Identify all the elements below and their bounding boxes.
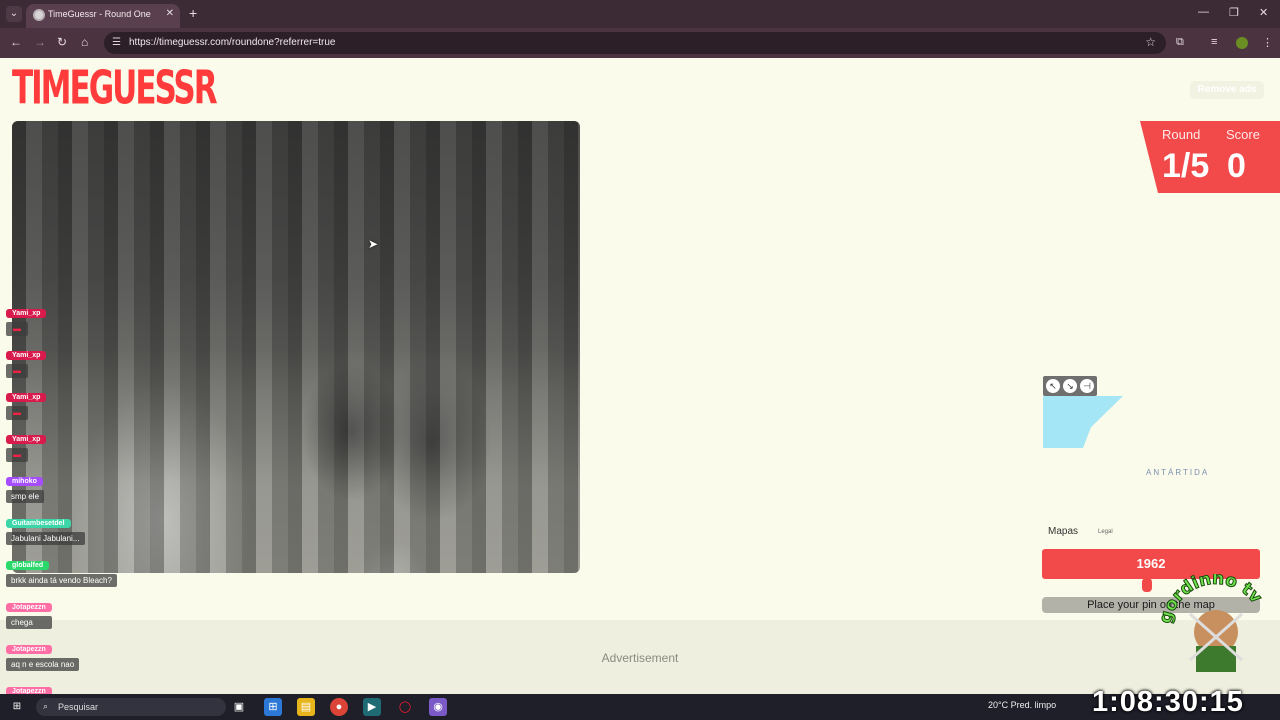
pin-map-icon[interactable]: ⊣ [1080, 379, 1094, 393]
chat-message: Jotapezzn aq n e escola nao [6, 638, 80, 671]
chat-message: Jotapezzn chega [6, 596, 52, 629]
emote-icon: ▬ [6, 406, 28, 420]
close-window-icon[interactable]: ✕ [1259, 6, 1268, 19]
map-water-region [1043, 396, 1123, 448]
taskbar-search[interactable]: ⌕ Pesquisar [36, 698, 226, 716]
chat-text: aq n e escola nao [6, 658, 80, 671]
chat-username: Yami_xp [6, 351, 47, 360]
site-info-icon[interactable]: ☰ [112, 37, 121, 48]
new-tab-icon[interactable]: + [189, 5, 197, 21]
chat-message: Yami_xp ▬ [6, 386, 47, 420]
streamer-logo: gordinho tv [1160, 574, 1266, 672]
tab-title: TimeGuessr - Round One [48, 9, 151, 19]
taskbar-search-text[interactable]: Pesquisar [58, 702, 98, 712]
search-icon: ⌕ [43, 701, 49, 711]
minimize-icon[interactable]: — [1198, 6, 1209, 18]
chat-username: Yami_xp [6, 393, 47, 402]
site-favicon-icon [33, 9, 45, 21]
forward-icon[interactable]: → [34, 35, 46, 49]
chat-message: mihoko smp ele [6, 470, 45, 503]
tab-search-icon[interactable]: ⌄ [6, 6, 22, 22]
home-icon[interactable]: ⌂ [81, 35, 88, 49]
round-value: 1/5 [1162, 147, 1210, 185]
weather-widget[interactable]: 20°C Pred. limpo [988, 700, 1056, 710]
chat-message: globalfed brkk ainda tá vendo Bleach? [6, 554, 117, 587]
store-icon[interactable]: ⊞ [264, 698, 282, 716]
chat-username: Jotapezzn [6, 645, 52, 654]
map-legal-link[interactable]: Legal [1098, 529, 1113, 535]
score-label: Score [1226, 127, 1260, 142]
task-view-icon[interactable]: ▣ [230, 698, 248, 716]
windows-taskbar: ⊞ ⌕ Pesquisar ▣ ⊞ ▤ ● ▶ ◯ ◉ 20°C Pred. l… [0, 694, 1280, 720]
chat-message: Guitambesetdel Jabulani Jabulani... [6, 512, 85, 545]
mouse-cursor-icon: ➤ [368, 237, 379, 251]
restore-icon[interactable]: ❐ [1229, 6, 1239, 19]
browser-tab[interactable]: TimeGuessr - Round One ✕ [26, 4, 180, 28]
chat-text: brkk ainda tá vendo Bleach? [6, 574, 117, 587]
browser-tab-bar: ⌄ TimeGuessr - Round One ✕ + — ❐ ✕ [0, 0, 1280, 28]
emote-icon: ▬ [6, 364, 28, 378]
chrome-icon[interactable]: ● [330, 698, 348, 716]
emote-icon: ▬ [6, 322, 28, 336]
expand-map-icon[interactable]: ↖ [1046, 379, 1060, 393]
chat-username: mihoko [6, 477, 43, 486]
windows-start-icon[interactable]: ⊞ [8, 698, 26, 716]
profile-avatar[interactable] [1236, 37, 1248, 49]
stream-timer: 1:08:30:15 [1092, 686, 1244, 718]
app-icon[interactable]: ▶ [363, 698, 381, 716]
shrink-map-icon[interactable]: ↘ [1063, 379, 1077, 393]
round-score-panel: Round Score 1/5 0 [1140, 121, 1280, 193]
emote-icon: ▬ [6, 448, 28, 462]
opera-icon[interactable]: ◯ [396, 698, 414, 716]
browser-toolbar: ← → ↻ ⌂ ☰ https://timeguessr.com/roundon… [0, 28, 1280, 58]
round-label: Round [1162, 127, 1201, 142]
reload-icon[interactable]: ↻ [57, 35, 67, 49]
chat-username: Yami_xp [6, 435, 47, 444]
extensions-icon[interactable]: ⧉ [1176, 36, 1184, 49]
map-attribution: Mapas [1048, 526, 1078, 537]
chat-username: Guitambesetdel [6, 519, 71, 528]
chat-text: Jabulani Jabulani... [6, 532, 85, 545]
chat-message: Yami_xp ▬ [6, 344, 47, 378]
map-region-label: ANTÁRTIDA [1146, 468, 1210, 477]
chat-username: Jotapezzn [6, 603, 52, 612]
address-bar[interactable]: ☰ https://timeguessr.com/roundone?referr… [104, 32, 1166, 54]
map-controls: ↖ ↘ ⊣ [1043, 376, 1097, 396]
menu-dots-icon[interactable]: ⋮ [1262, 36, 1273, 49]
media-icon[interactable]: ≡ [1211, 36, 1217, 48]
crowd-photo-image [12, 121, 580, 573]
url-text[interactable]: https://timeguessr.com/roundone?referrer… [129, 37, 336, 48]
chat-username: globalfed [6, 561, 50, 570]
remove-ads-button[interactable]: Remove ads [1190, 81, 1264, 99]
round-photo[interactable] [12, 121, 580, 573]
file-explorer-icon[interactable]: ▤ [297, 698, 315, 716]
guess-map[interactable]: ↖ ↘ ⊣ ANTÁRTIDA Mapas Legal [1042, 376, 1258, 540]
back-icon[interactable]: ← [10, 35, 22, 49]
chat-text: smp ele [6, 490, 45, 503]
advertisement-band: Advertisement [0, 620, 1280, 694]
chat-text: chega [6, 616, 52, 629]
bookmark-star-icon[interactable]: ☆ [1145, 35, 1156, 49]
score-value: 0 [1227, 147, 1246, 185]
close-tab-icon[interactable]: ✕ [166, 8, 174, 19]
obs-icon[interactable]: ◉ [429, 698, 447, 716]
year-slider-thumb[interactable] [1141, 578, 1152, 592]
chat-username: Yami_xp [6, 309, 47, 318]
advertisement-label: Advertisement [601, 651, 679, 665]
map-attribution-text: Mapas [1048, 526, 1079, 537]
chat-message: Yami_xp ▬ [6, 428, 47, 462]
chat-message: Yami_xp ▬ [6, 302, 47, 336]
